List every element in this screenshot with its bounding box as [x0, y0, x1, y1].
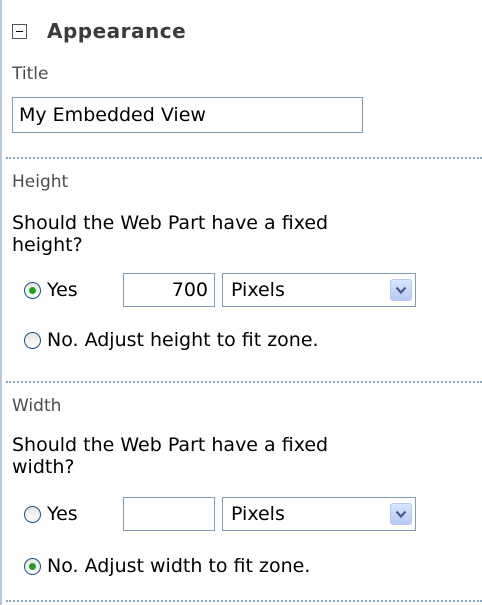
width-yes-label: Yes — [47, 503, 78, 525]
appearance-panel: Appearance Title Height Should the Web P… — [0, 0, 482, 605]
width-question-line2: width? — [12, 456, 75, 478]
height-value-input[interactable] — [123, 273, 215, 307]
height-label: Height — [12, 172, 69, 192]
width-label: Width — [12, 396, 62, 416]
height-question-line2: height? — [12, 234, 83, 256]
width-unit-value: Pixels — [231, 503, 285, 525]
appearance-section-header[interactable]: Appearance — [12, 18, 186, 44]
divider — [6, 157, 482, 159]
width-yes-radio[interactable]: Yes — [24, 503, 78, 525]
height-yes-radio[interactable]: Yes — [24, 279, 78, 301]
chevron-down-icon[interactable] — [390, 279, 412, 301]
width-no-radio[interactable]: No. Adjust width to fit zone. — [24, 555, 310, 577]
width-question-line1: Should the Web Part have a fixed — [12, 434, 329, 456]
radio-unchecked-icon[interactable] — [24, 505, 41, 523]
width-unit-select[interactable]: Pixels — [222, 497, 416, 531]
height-no-radio[interactable]: No. Adjust height to fit zone. — [24, 329, 319, 351]
radio-checked-icon[interactable] — [24, 281, 41, 299]
width-no-label: No. Adjust width to fit zone. — [47, 555, 311, 577]
radio-unchecked-icon[interactable] — [24, 331, 41, 349]
section-title: Appearance — [47, 19, 187, 43]
height-no-label: No. Adjust height to fit zone. — [47, 329, 319, 351]
divider — [6, 381, 482, 383]
radio-checked-icon[interactable] — [24, 557, 41, 575]
title-label: Title — [12, 64, 49, 84]
width-value-input[interactable] — [123, 497, 215, 531]
height-unit-value: Pixels — [231, 279, 285, 301]
title-input[interactable] — [12, 97, 363, 133]
collapse-minus-icon[interactable] — [12, 23, 27, 39]
height-yes-label: Yes — [47, 279, 78, 301]
height-question-line1: Should the Web Part have a fixed — [12, 212, 329, 234]
height-unit-select[interactable]: Pixels — [222, 273, 416, 307]
chevron-down-icon[interactable] — [390, 503, 412, 525]
divider — [6, 600, 482, 602]
